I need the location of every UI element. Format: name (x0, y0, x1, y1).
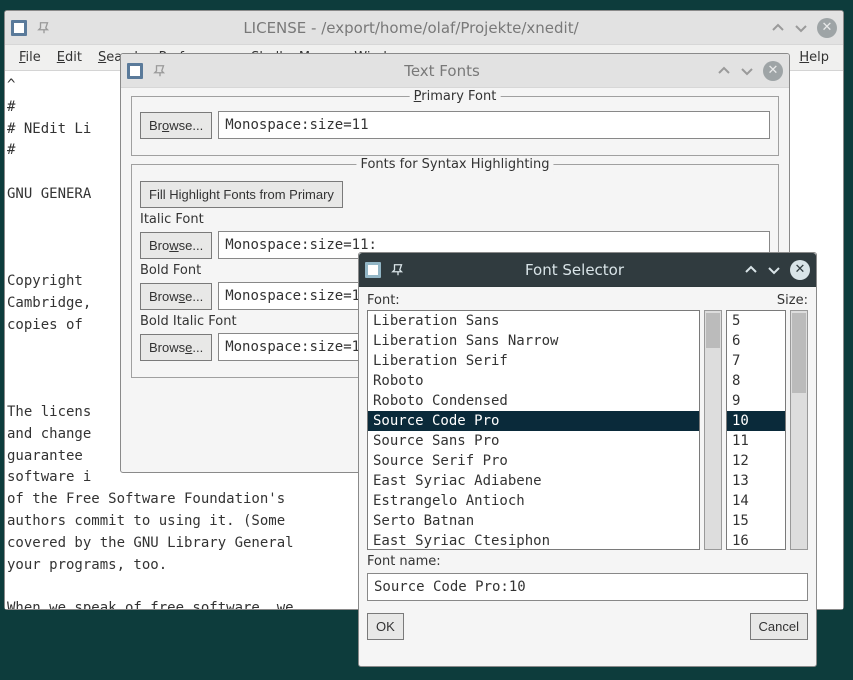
font-option[interactable]: Estrangelo Antioch (368, 491, 699, 511)
fontselector-ok-button[interactable]: OK (367, 613, 404, 640)
editor-titlebar[interactable]: LICENSE - /export/home/olaf/Projekte/xne… (5, 11, 843, 45)
pin-icon[interactable] (391, 263, 405, 277)
font-option[interactable]: Source Serif Pro (368, 451, 699, 471)
shade-icon[interactable] (771, 21, 785, 35)
shade-icon[interactable] (717, 64, 731, 78)
app-icon (11, 20, 27, 36)
close-icon[interactable]: ✕ (790, 260, 810, 280)
size-scrollbar[interactable] (790, 310, 808, 550)
minimize-icon[interactable] (794, 21, 808, 35)
size-option[interactable]: 9 (727, 391, 785, 411)
font-option[interactable]: East Syriac Adiabene (368, 471, 699, 491)
font-option[interactable]: Serto Batnan (368, 511, 699, 531)
font-option[interactable]: Liberation Serif (368, 351, 699, 371)
textfonts-titlebar[interactable]: Text Fonts ✕ (121, 54, 789, 88)
size-option[interactable]: 5 (727, 311, 785, 331)
font-column-header: Font: (367, 293, 720, 308)
minimize-icon[interactable] (740, 64, 754, 78)
fontname-input[interactable] (367, 573, 808, 601)
italic-font-label: Italic Font (140, 212, 770, 227)
primary-font-input[interactable] (218, 111, 770, 139)
size-option[interactable]: 7 (727, 351, 785, 371)
font-listbox[interactable]: Liberation SansLiberation Sans NarrowLib… (367, 310, 700, 550)
primary-font-group: Primary Font Browse... (131, 96, 779, 156)
size-option[interactable]: 12 (727, 451, 785, 471)
menu-help[interactable]: Help (791, 47, 837, 68)
app-icon (127, 63, 143, 79)
primary-font-label: Primary Font (414, 89, 497, 104)
pin-icon[interactable] (153, 64, 167, 78)
size-option[interactable]: 8 (727, 371, 785, 391)
fontselector-titlebar[interactable]: Font Selector ✕ (359, 253, 816, 287)
font-option[interactable]: Source Sans Pro (368, 431, 699, 451)
size-column-header: Size: (724, 293, 808, 308)
size-option[interactable]: 16 (727, 531, 785, 550)
font-option[interactable]: Roboto (368, 371, 699, 391)
size-option[interactable]: 10 (727, 411, 785, 431)
size-option[interactable]: 15 (727, 511, 785, 531)
font-option[interactable]: Source Code Pro (368, 411, 699, 431)
minimize-icon[interactable] (767, 263, 781, 277)
bolditalic-browse-button[interactable]: Browse... (140, 334, 212, 361)
fontname-label: Font name: (367, 554, 808, 569)
size-option[interactable]: 6 (727, 331, 785, 351)
font-option[interactable]: Liberation Sans Narrow (368, 331, 699, 351)
size-option[interactable]: 11 (727, 431, 785, 451)
italic-browse-button[interactable]: Browse... (140, 232, 212, 259)
size-option[interactable]: 13 (727, 471, 785, 491)
font-option[interactable]: East Syriac Ctesiphon (368, 531, 699, 550)
textfonts-title: Text Fonts (177, 62, 707, 80)
close-icon[interactable]: ✕ (817, 18, 837, 38)
font-scrollbar[interactable] (704, 310, 722, 550)
syntax-fonts-label: Fonts for Syntax Highlighting (356, 157, 553, 172)
window-title: LICENSE - /export/home/olaf/Projekte/xne… (61, 19, 761, 37)
size-listbox[interactable]: 5678910111213141516 (726, 310, 786, 550)
font-option[interactable]: Liberation Sans (368, 311, 699, 331)
fontselector-title: Font Selector (415, 261, 734, 279)
size-option[interactable]: 14 (727, 491, 785, 511)
close-icon[interactable]: ✕ (763, 61, 783, 81)
bold-browse-button[interactable]: Browse... (140, 283, 212, 310)
primary-browse-button[interactable]: Browse... (140, 112, 212, 139)
fill-highlight-button[interactable]: Fill Highlight Fonts from Primary (140, 181, 343, 208)
menu-file[interactable]: File (11, 47, 49, 68)
shade-icon[interactable] (744, 263, 758, 277)
app-icon (365, 262, 381, 278)
font-selector-dialog: Font Selector ✕ Font: Size: Liberation S… (358, 252, 817, 667)
pin-icon[interactable] (37, 21, 51, 35)
fontselector-cancel-button[interactable]: Cancel (750, 613, 808, 640)
font-option[interactable]: Roboto Condensed (368, 391, 699, 411)
menu-edit[interactable]: Edit (49, 47, 90, 68)
